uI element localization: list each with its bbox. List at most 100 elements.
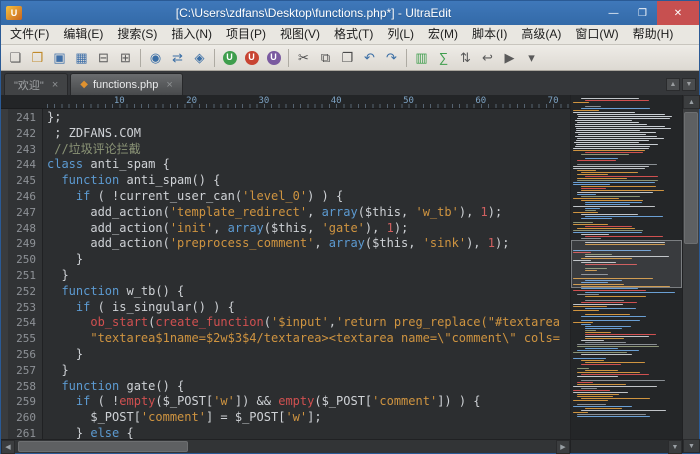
menu-item[interactable]: 视图(V) [273, 25, 327, 44]
ue-mode-green-button[interactable]: U [219, 47, 240, 68]
sort-button[interactable]: ⇅ [455, 47, 476, 68]
menu-item[interactable]: 脚本(I) [465, 25, 514, 44]
code-line[interactable]: class anti_spam { [47, 157, 570, 173]
word-wrap-button[interactable]: ↩ [477, 47, 498, 68]
undo-button[interactable]: ↶ [359, 47, 380, 68]
menu-item[interactable]: 窗口(W) [568, 25, 625, 44]
column-mode-button[interactable]: ▥ [411, 47, 432, 68]
code-line[interactable]: } [47, 252, 570, 268]
line-number[interactable]: 249 [8, 236, 36, 252]
menu-item[interactable]: 帮助(H) [626, 25, 681, 44]
code-line[interactable]: ob_start(create_function('$input','retur… [47, 315, 570, 331]
toolbar-overflow-button[interactable]: ▾ [521, 47, 542, 68]
line-number[interactable]: 254 [8, 315, 36, 331]
code-line[interactable]: } [47, 268, 570, 284]
play-macro-button[interactable]: ▶ [499, 47, 520, 68]
scroll-right-button[interactable]: ▶ [556, 440, 570, 454]
code-editor[interactable]: 2412422432442452462472482492502512522532… [1, 109, 570, 439]
line-number[interactable]: 247 [8, 205, 36, 221]
hscroll-track[interactable] [15, 440, 556, 453]
redo-button[interactable]: ↷ [381, 47, 402, 68]
code-line[interactable]: if ( !empty($_POST['w']) && empty($_POST… [47, 394, 570, 410]
line-number[interactable]: 257 [8, 363, 36, 379]
menu-item[interactable]: 编辑(E) [56, 25, 110, 44]
menu-item[interactable]: 搜索(S) [110, 25, 164, 44]
menu-item[interactable]: 宏(M) [421, 25, 465, 44]
menu-item[interactable]: 格式(T) [327, 25, 380, 44]
titlebar[interactable]: U [C:\Users\zdfans\Desktop\functions.php… [1, 1, 699, 25]
vertical-scrollbar[interactable]: ▲ ▼ [682, 95, 699, 453]
code-line[interactable]: add_action('init', array($this, 'gate'),… [47, 221, 570, 237]
line-number[interactable]: 255 [8, 331, 36, 347]
tab-welcome[interactable]: "欢迎"× [4, 73, 68, 95]
paste-button[interactable]: ❐ [337, 47, 358, 68]
vscroll-thumb[interactable] [684, 112, 698, 244]
print-preview-button[interactable]: ⊞ [115, 47, 136, 68]
line-number[interactable]: 260 [8, 410, 36, 426]
new-file-button[interactable]: ❏ [5, 47, 26, 68]
line-number[interactable]: 242 [8, 126, 36, 142]
maximize-button[interactable]: ❐ [628, 1, 657, 25]
code-line[interactable]: } [47, 363, 570, 379]
line-number[interactable]: 251 [8, 268, 36, 284]
code-line[interactable]: $_POST['comment'] = $_POST['w']; [47, 410, 570, 426]
line-number[interactable]: 259 [8, 394, 36, 410]
minimap-down-button[interactable]: ▼ [668, 440, 682, 454]
code-line[interactable]: }; [47, 110, 570, 126]
menu-item[interactable]: 文件(F) [3, 25, 56, 44]
find-button[interactable]: ◉ [145, 47, 166, 68]
tab-scroll-down-button[interactable]: ▼ [682, 78, 696, 91]
cut-button[interactable]: ✂ [293, 47, 314, 68]
scroll-left-button[interactable]: ◀ [1, 440, 15, 454]
find-in-files-button[interactable]: ◈ [189, 47, 210, 68]
code-line[interactable]: ; ZDFANS.COM [47, 126, 570, 142]
minimap-viewport[interactable] [571, 240, 682, 288]
app-icon[interactable]: U [6, 6, 22, 20]
line-number[interactable]: 248 [8, 221, 36, 237]
line-number[interactable]: 244 [8, 157, 36, 173]
code-line[interactable]: if ( !current_user_can('level_0') ) { [47, 189, 570, 205]
menu-item[interactable]: 插入(N) [164, 25, 219, 44]
line-number[interactable]: 243 [8, 142, 36, 158]
code-line[interactable]: function w_tb() { [47, 284, 570, 300]
code-line[interactable]: "textarea$1name=$2w$3$4/textarea><textar… [47, 331, 570, 347]
code-line[interactable]: function anti_spam() { [47, 173, 570, 189]
line-number[interactable]: 241 [8, 110, 36, 126]
code-line[interactable]: } [47, 347, 570, 363]
ue-mode-purple-button[interactable]: U [263, 47, 284, 68]
vscroll-track[interactable] [683, 109, 699, 439]
code-line[interactable]: add_action('template_redirect', array($t… [47, 205, 570, 221]
scroll-down-button[interactable]: ▼ [683, 439, 700, 453]
line-number[interactable]: 246 [8, 189, 36, 205]
code-lines[interactable]: }; ; ZDFANS.COM //垃圾评论拦截class anti_spam … [43, 109, 570, 439]
code-line[interactable]: if ( is_singular() ) { [47, 300, 570, 316]
code-line[interactable]: } else { [47, 426, 570, 439]
line-number[interactable]: 245 [8, 173, 36, 189]
tab-close-icon[interactable]: × [166, 79, 172, 91]
code-line[interactable]: function gate() { [47, 379, 570, 395]
line-number[interactable]: 250 [8, 252, 36, 268]
menu-item[interactable]: 列(L) [380, 25, 421, 44]
save-all-button[interactable]: ▦ [71, 47, 92, 68]
print-button[interactable]: ⊟ [93, 47, 114, 68]
scroll-up-button[interactable]: ▲ [683, 95, 700, 109]
line-number[interactable]: 261 [8, 426, 36, 439]
close-button[interactable]: ✕ [657, 1, 699, 25]
line-number[interactable]: 256 [8, 347, 36, 363]
replace-button[interactable]: ⇄ [167, 47, 188, 68]
tab-close-icon[interactable]: × [52, 79, 58, 91]
code-line[interactable]: //垃圾评论拦截 [47, 142, 570, 158]
save-file-button[interactable]: ▣ [49, 47, 70, 68]
minimize-button[interactable]: — [599, 1, 628, 25]
open-file-button[interactable]: ❒ [27, 47, 48, 68]
line-number[interactable]: 258 [8, 379, 36, 395]
sum-columns-button[interactable]: ∑ [433, 47, 454, 68]
menu-item[interactable]: 高级(A) [514, 25, 568, 44]
ue-mode-red-button[interactable]: U [241, 47, 262, 68]
menu-item[interactable]: 项目(P) [219, 25, 273, 44]
bookmark-margin[interactable] [1, 109, 8, 439]
line-number[interactable]: 252 [8, 284, 36, 300]
horizontal-scrollbar[interactable]: ◀ ▶ [1, 439, 570, 453]
hscroll-thumb[interactable] [18, 441, 188, 452]
minimap[interactable] [571, 95, 682, 439]
